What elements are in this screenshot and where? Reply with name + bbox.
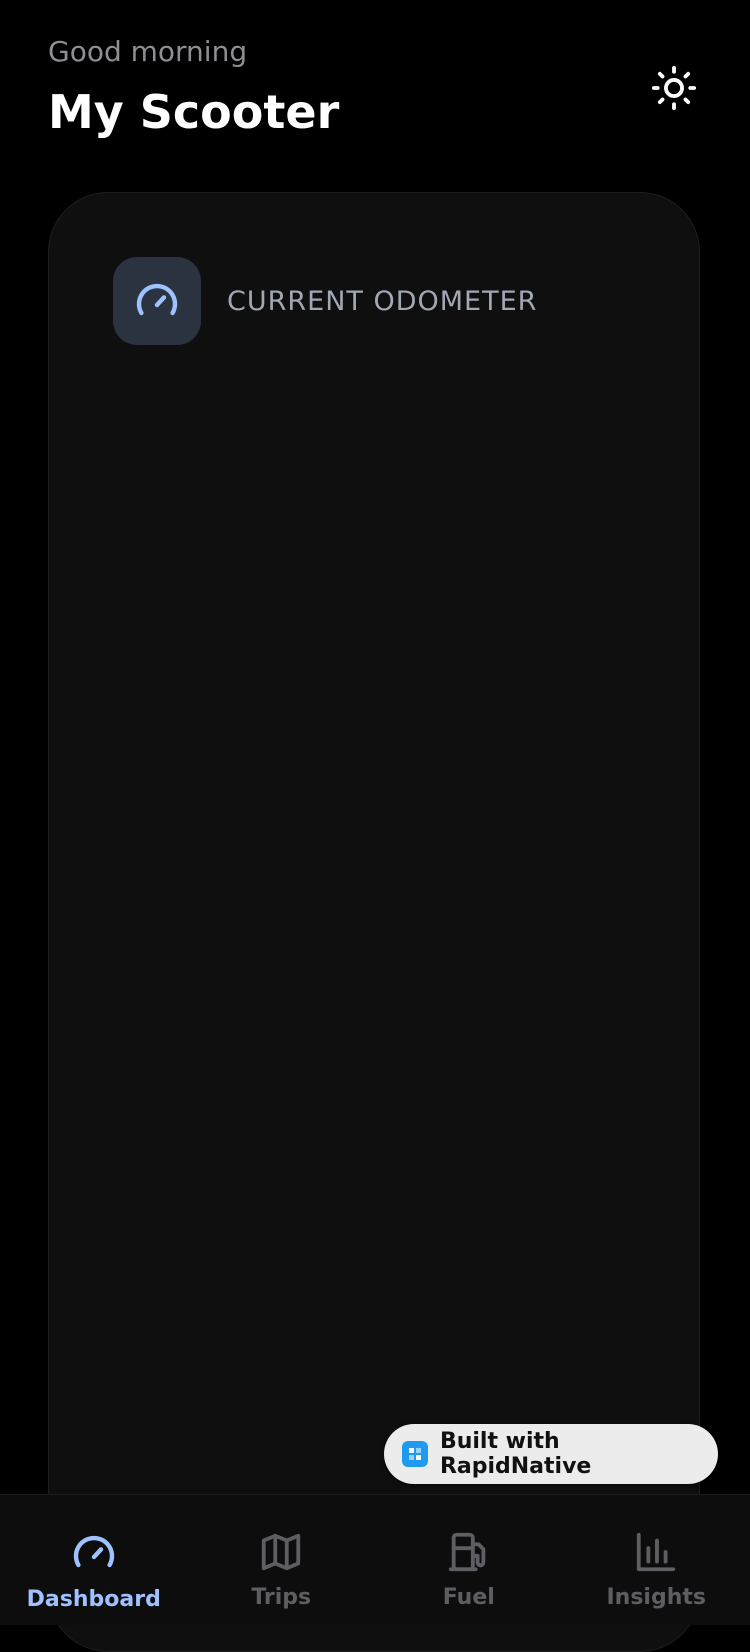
page-title: My Scooter	[48, 84, 702, 140]
odometer-icon-box	[113, 257, 201, 345]
tab-trips[interactable]: Trips	[188, 1495, 376, 1625]
fuel-pump-icon	[446, 1529, 492, 1575]
greeting-text: Good morning	[48, 34, 702, 70]
bar-chart-icon	[633, 1529, 679, 1575]
tab-label: Insights	[606, 1585, 706, 1610]
rapidnative-logo-icon	[402, 1441, 428, 1467]
speedometer-icon	[133, 277, 181, 325]
tab-label: Fuel	[443, 1585, 495, 1610]
built-with-badge[interactable]: Built with RapidNative	[384, 1424, 718, 1484]
bottom-tab-bar: Dashboard Trips Fuel Insights	[0, 1494, 750, 1625]
odometer-label: CURRENT ODOMETER	[227, 286, 537, 317]
tab-label: Trips	[251, 1585, 311, 1610]
badge-text: Built with RapidNative	[440, 1429, 718, 1479]
tab-dashboard[interactable]: Dashboard	[0, 1495, 188, 1625]
tab-label: Dashboard	[27, 1587, 161, 1612]
speedometer-icon	[70, 1529, 118, 1577]
odometer-header: CURRENT ODOMETER	[113, 257, 537, 345]
sun-icon	[651, 65, 697, 111]
tab-fuel[interactable]: Fuel	[375, 1495, 563, 1625]
tab-insights[interactable]: Insights	[563, 1495, 750, 1625]
theme-toggle-button[interactable]	[646, 60, 702, 116]
header: Good morning My Scooter	[48, 34, 702, 140]
map-icon	[258, 1529, 304, 1575]
